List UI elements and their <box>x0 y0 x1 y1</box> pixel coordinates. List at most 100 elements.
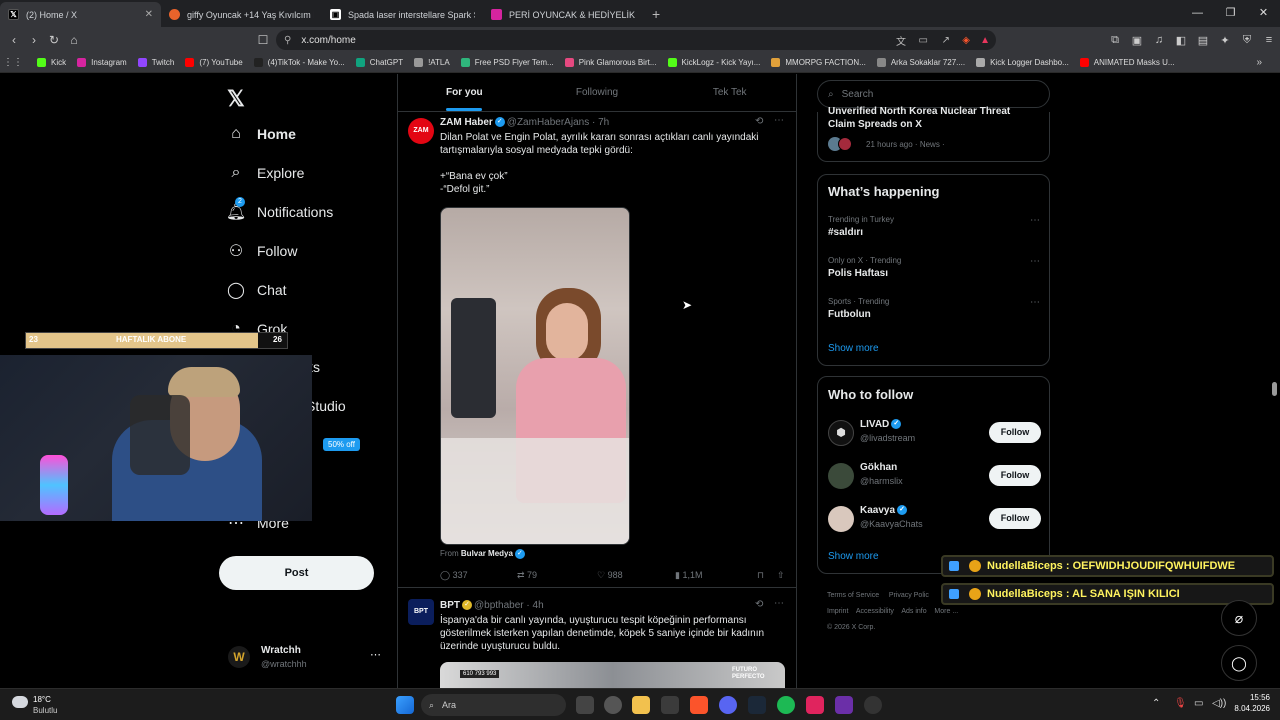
task-view-icon[interactable] <box>576 696 594 714</box>
tweet-handle[interactable]: @ZamHaberAjans <box>507 117 589 128</box>
show-more-link[interactable]: Show more <box>828 551 879 562</box>
sidebar-icon[interactable]: ◧ <box>1170 34 1192 47</box>
reload-icon[interactable]: ↻ <box>44 33 64 47</box>
brave-rewards-icon[interactable]: ▲ <box>980 35 990 46</box>
reply-button[interactable]: ◯ 337 <box>440 570 517 581</box>
window-close-icon[interactable]: ✕ <box>1247 0 1280 27</box>
bookmark-item[interactable]: ChatGPT <box>355 58 403 67</box>
grok-explain-icon[interactable]: ⟲ <box>755 599 763 610</box>
trend-item[interactable]: Only on X · Trending Polis Haftası ⋯ <box>828 256 1040 279</box>
scrollbar-thumb[interactable] <box>1272 382 1277 396</box>
bookmark-item[interactable]: Kick <box>37 58 66 67</box>
taskbar-search[interactable]: ⌕ Ara <box>421 694 566 716</box>
tab-peri[interactable]: PERİ OYUNCAK & HEDİYELİK (@peri <box>483 2 644 27</box>
microphone-icon[interactable]: 🎙︎ <box>1174 698 1187 709</box>
address-bar[interactable]: ⚲ x.com/home 文 ▭ ↗ ◈ ▲ <box>276 30 996 50</box>
bookmark-item[interactable]: Free PSD Flyer Tem... <box>460 58 554 67</box>
sidebar-item-follow[interactable]: ⚇ Follow <box>227 242 298 260</box>
back-icon[interactable]: ‹ <box>4 33 24 47</box>
more-dots-icon[interactable]: ⋯ <box>370 648 381 661</box>
wallet-icon[interactable]: ▣ <box>1126 34 1148 47</box>
network-icon[interactable]: ▭ <box>1194 698 1203 709</box>
more-bookmarks-icon[interactable]: » <box>1256 57 1262 68</box>
tab-for-you[interactable]: For you <box>398 74 531 111</box>
new-tab-button[interactable]: + <box>644 2 668 27</box>
spotify-icon[interactable] <box>777 696 795 714</box>
bookmark-item[interactable]: Instagram <box>77 58 127 67</box>
news-card[interactable]: Unverified North Korea Nuclear Threat Cla… <box>817 106 1050 162</box>
more-dots-icon[interactable]: ⋯ <box>774 115 784 126</box>
show-more-link[interactable]: Show more <box>828 343 879 354</box>
tab-giffy[interactable]: giffy Oyuncak +14 Yaş Kıvılcım Efekt <box>161 2 322 27</box>
more-dots-icon[interactable]: ⋯ <box>1030 297 1040 308</box>
share-icon[interactable]: ↗ <box>942 35 950 46</box>
bookmark-icon[interactable]: ⊓ <box>757 570 777 581</box>
footer-link[interactable]: More ... <box>934 608 958 615</box>
next-app-icon[interactable] <box>835 696 853 714</box>
tweet-author[interactable]: BPT <box>440 600 460 611</box>
chrome-icon[interactable] <box>864 696 882 714</box>
bookmark-page-icon[interactable]: ☐ <box>253 33 273 47</box>
post-button[interactable]: Post <box>219 556 374 590</box>
sidebar-item-chat[interactable]: ◯ Chat <box>227 281 287 299</box>
bookmark-item[interactable]: Kick Logger Dashbo... <box>976 58 1069 67</box>
forward-icon[interactable]: › <box>24 33 44 47</box>
tweet-time[interactable]: · 7h <box>592 117 609 128</box>
footer-link[interactable]: Privacy Polic <box>889 592 929 599</box>
steam-icon[interactable] <box>748 696 766 714</box>
share-icon[interactable]: ⇧ <box>777 570 785 581</box>
footer-link[interactable]: Terms of Service <box>827 592 879 599</box>
tweet-author[interactable]: ZAM Haber <box>440 117 493 128</box>
tweet-time[interactable]: · 4h <box>526 600 543 611</box>
grok-explain-icon[interactable]: ⟲ <box>755 116 763 127</box>
tab-spada[interactable]: ▣ Spada laser interstellare Spark Sparkl <box>322 2 483 27</box>
follow-button[interactable]: Follow <box>989 422 1041 443</box>
minimize-icon[interactable]: — <box>1181 0 1214 27</box>
media-icon[interactable]: ♫ <box>1148 34 1170 46</box>
retweet-button[interactable]: ⇄ 79 <box>517 570 597 581</box>
extensions-icon[interactable]: ⧉ <box>1104 34 1126 47</box>
brave-icon[interactable] <box>690 696 708 714</box>
tweet-video[interactable]: 610 793 993 FUTURO PERFECTO <box>440 662 785 688</box>
tweet-video[interactable] <box>440 207 630 545</box>
bookmark-item[interactable]: Twitch <box>137 58 174 67</box>
store-icon[interactable] <box>661 696 679 714</box>
bookmark-item[interactable]: Arka Sokaklar 727.... <box>876 58 965 67</box>
premium-discount-badge[interactable]: 50% off <box>323 438 360 451</box>
views-button[interactable]: ▮ 1,1M <box>675 570 757 581</box>
wallet2-icon[interactable]: ▤ <box>1192 34 1214 47</box>
tweet[interactable]: BPT BPT ✓ @bpthaber · 4h ⟲ ⋯ İspanya'da bi… <box>398 589 796 688</box>
bookmark-item[interactable]: KickLogz - Kick Yayı... <box>667 58 760 67</box>
more-dots-icon[interactable]: ⋯ <box>1030 215 1040 226</box>
leo-icon[interactable]: ✦ <box>1214 34 1236 47</box>
vpn-icon[interactable]: ⛨ <box>1236 34 1258 47</box>
follow-button[interactable]: Follow <box>989 465 1041 486</box>
follow-suggestion[interactable]: Gökhan @harmslix Follow <box>818 460 1051 496</box>
messages-float-button[interactable]: ◯ <box>1221 645 1257 681</box>
close-icon[interactable]: ✕ <box>145 9 153 20</box>
tab-x-home[interactable]: 𝕏 (2) Home / X ✕ <box>0 2 161 27</box>
sidebar-item-notifications[interactable]: 🔔︎ 2 Notifications <box>226 197 333 221</box>
tab-following[interactable]: Following <box>531 74 664 111</box>
more-dots-icon[interactable]: ⋯ <box>774 598 784 609</box>
search-input[interactable]: ⌕ Search <box>817 80 1050 108</box>
bookmark-item[interactable]: Pink Glamorous Birt... <box>564 58 657 67</box>
sidebar-item-explore[interactable]: ⌕ Explore <box>227 164 305 182</box>
windows-start-icon[interactable] <box>396 696 414 714</box>
weather-widget[interactable]: 18°C Bulutlu <box>10 692 90 718</box>
bookmark-item[interactable]: (7) YouTube <box>185 58 243 67</box>
cast-icon[interactable]: ▭ <box>919 35 928 46</box>
like-button[interactable]: ♡ 988 <box>597 570 675 581</box>
avatar[interactable]: BPT <box>408 599 434 625</box>
menu-icon[interactable]: ≡ <box>1258 34 1280 46</box>
more-dots-icon[interactable]: ⋯ <box>1030 256 1040 267</box>
system-clock[interactable]: 15:56 8.04.2026 <box>1234 693 1270 713</box>
trend-item[interactable]: Sports · Trending Futbolun ⋯ <box>828 297 1040 320</box>
translate-icon[interactable]: 文 <box>896 33 906 48</box>
tweet-handle[interactable]: @bpthaber <box>474 600 524 611</box>
recorder-icon[interactable] <box>806 696 824 714</box>
footer-link[interactable]: Ads info <box>901 608 926 615</box>
grok-float-button[interactable]: ⌀ <box>1221 600 1257 636</box>
follow-suggestion[interactable]: Kaavya ✓ @KaavyaChats Follow <box>818 503 1051 539</box>
bookmark-item[interactable]: ANIMATED Masks U... <box>1079 58 1175 67</box>
